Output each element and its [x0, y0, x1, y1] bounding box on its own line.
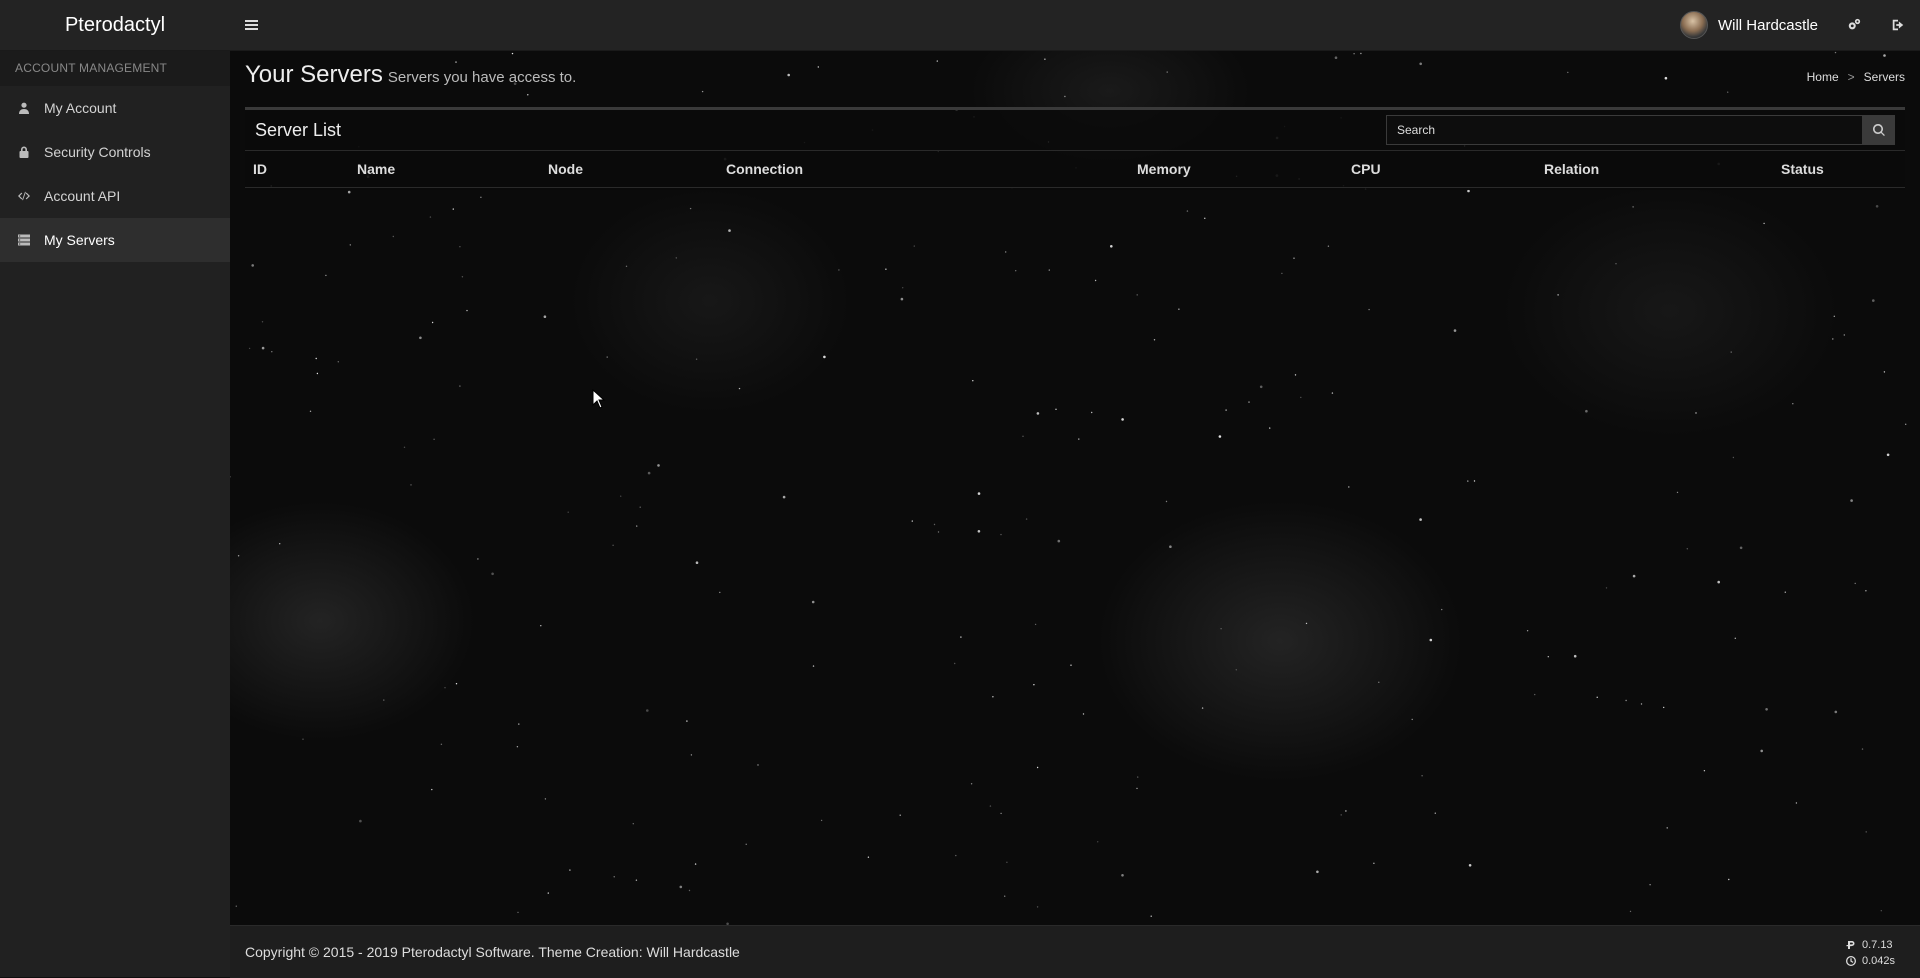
column-header-node[interactable]: Node	[548, 161, 583, 177]
user-menu[interactable]: Will Hardcastle	[1666, 0, 1832, 50]
avatar	[1679, 11, 1708, 39]
sidebar-item-my-account[interactable]: My Account	[0, 86, 230, 130]
user-name: Will Hardcastle	[1717, 16, 1818, 34]
server-table-header: ID Name Node Connection Memory CPU Relat…	[245, 151, 1905, 188]
pterodactyl-p-icon	[1846, 941, 1855, 949]
main-content: Your Servers Servers you have access to.…	[230, 51, 1920, 925]
sidebar-section-title: ACCOUNT MANAGEMENT	[0, 51, 230, 86]
column-header-cpu[interactable]: CPU	[1351, 161, 1381, 177]
bars-icon	[244, 20, 258, 30]
sidebar-item-label: My Account	[44, 100, 117, 116]
copyright-text: Copyright © 2015 - 2019 Pterodactyl Soft…	[245, 944, 740, 960]
sidebar-item-label: Account API	[44, 188, 121, 204]
column-header-status[interactable]: Status	[1781, 161, 1824, 177]
column-header-connection[interactable]: Connection	[726, 161, 803, 177]
version-number: 0.7.13	[1861, 939, 1893, 951]
server-list-title: Server List	[255, 119, 342, 140]
server-list-box: Server List ID Name Node Connection Memo…	[245, 107, 1905, 190]
sign-out-icon	[1892, 19, 1904, 31]
version-info: 0.7.13 0.042s	[1845, 937, 1895, 969]
column-header-name[interactable]: Name	[357, 161, 395, 177]
sidebar-item-security-controls[interactable]: Security Controls	[0, 130, 230, 174]
column-header-relation[interactable]: Relation	[1544, 161, 1599, 177]
breadcrumb-home[interactable]: Home	[1807, 70, 1839, 84]
page-title: Your Servers	[245, 61, 383, 88]
search-input[interactable]	[1386, 115, 1863, 145]
admin-settings-button[interactable]	[1832, 0, 1876, 50]
logout-button[interactable]	[1876, 0, 1920, 50]
render-time: 0.042s	[1861, 955, 1895, 967]
column-header-id[interactable]: ID	[253, 161, 267, 177]
sidebar: ACCOUNT MANAGEMENT My Account Security C…	[0, 51, 230, 977]
clock-icon	[1845, 956, 1856, 966]
sidebar-item-label: Security Controls	[44, 144, 151, 160]
footer: Copyright © 2015 - 2019 Pterodactyl Soft…	[230, 925, 1920, 978]
server-icon	[18, 234, 30, 246]
top-navbar: Pterodactyl Will Hardcastle	[0, 0, 1920, 51]
lock-icon	[19, 146, 29, 158]
sidebar-item-my-servers[interactable]: My Servers	[0, 218, 230, 262]
sidebar-item-label: My Servers	[44, 232, 115, 248]
user-icon	[19, 102, 29, 114]
cogs-icon	[1848, 18, 1861, 30]
breadcrumb-separator: >	[1847, 70, 1855, 84]
server-list-header: Server List	[245, 110, 1905, 151]
brand-logo[interactable]: Pterodactyl	[0, 0, 230, 50]
code-icon	[18, 191, 30, 201]
mouse-cursor-icon	[592, 389, 606, 409]
column-header-memory[interactable]: Memory	[1137, 161, 1191, 177]
sidebar-toggle-button[interactable]	[230, 0, 272, 50]
sidebar-item-account-api[interactable]: Account API	[0, 174, 230, 218]
page-header: Your Servers Servers you have access to.…	[245, 61, 1905, 93]
page-subtitle: Servers you have access to.	[387, 69, 577, 86]
breadcrumb-servers: Servers	[1863, 70, 1905, 84]
search-form	[1386, 115, 1895, 145]
breadcrumb: Home > Servers	[1807, 70, 1905, 84]
search-button[interactable]	[1863, 115, 1895, 145]
search-icon	[1873, 124, 1885, 136]
